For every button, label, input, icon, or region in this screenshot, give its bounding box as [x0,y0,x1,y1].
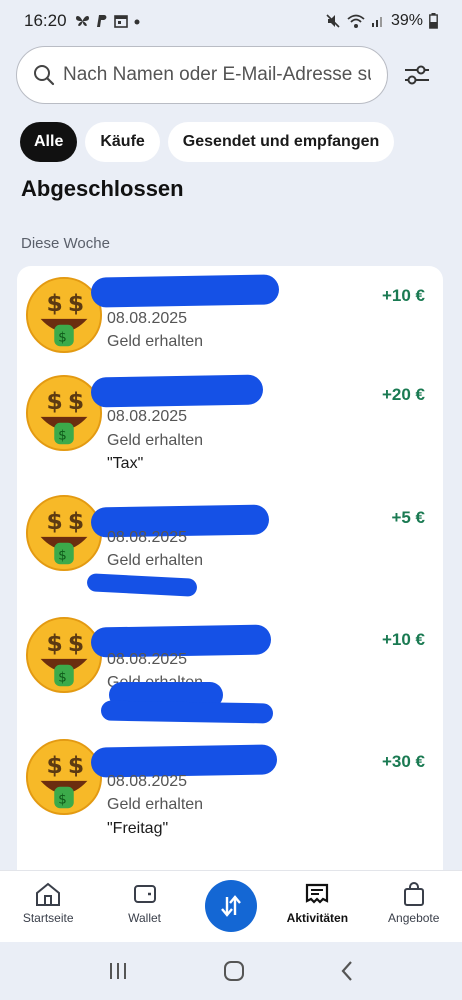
svg-text:$: $ [68,289,84,317]
svg-text:$: $ [68,751,84,779]
redacted-note [86,573,198,597]
svg-text:$: $ [68,507,84,535]
chip-kaeufe[interactable]: Käufe [85,122,160,162]
svg-text:$: $ [46,751,62,779]
svg-text:$: $ [68,629,84,657]
transaction-type: Geld erhalten [107,796,204,813]
nav-offers-label: Angebote [388,911,440,925]
redacted-name [90,374,264,408]
back-icon[interactable] [339,960,355,982]
money-mouth-face-icon: $ $ $ [25,616,103,694]
transaction-note: "Tax" [107,455,144,472]
nav-activity[interactable]: Aktivitäten [277,881,357,925]
wallet-icon [133,885,156,903]
svg-text:$: $ [58,791,67,807]
nav-wallet[interactable]: Wallet [105,881,185,925]
transaction-row[interactable]: $ $ $ 08.08.2025 Geld erhalten "Tax" +20… [17,366,443,486]
battery-text: 39% [390,12,423,29]
transaction-date: 08.08.2025 [107,529,188,546]
transaction-row[interactable]: $ $ $ 08.08.2025 Geld erhalten +5 € [17,486,443,608]
svg-text:$: $ [58,329,67,345]
transaction-row[interactable]: $ $ $ 08.08.2025 Geld erhalten "Freitag"… [17,730,443,852]
status-time: 16:20 [24,11,67,30]
svg-text:$: $ [46,387,62,415]
chip-alle[interactable]: Alle [20,122,78,162]
home-icon [36,882,61,906]
nav-home[interactable]: Startseite [8,881,88,925]
nav-home-label: Startseite [22,911,74,925]
transaction-type: Geld erhalten [107,552,204,569]
transaction-note: "Freitag" [107,820,169,837]
search-bar[interactable] [16,46,388,104]
battery-icon [429,13,438,29]
transaction-date: 08.08.2025 [107,408,188,425]
week-label: Diese Woche [21,235,110,252]
transaction-amount: +20 € [381,385,425,404]
section-title: Abgeschlossen [21,176,184,201]
svg-text:$: $ [58,547,67,563]
butterfly-icon [75,16,89,26]
nav-wallet-label: Wallet [128,911,162,925]
transaction-amount: +10 € [381,630,425,649]
transaction-amount: +10 € [381,286,425,305]
transaction-amount: +30 € [381,752,425,771]
mute-icon [326,14,340,28]
svg-text:$: $ [46,289,62,317]
transfer-arrows-icon [221,895,241,917]
transaction-date: 08.08.2025 [107,773,188,790]
svg-text:$: $ [68,387,84,415]
money-mouth-face-icon: $ $ $ [25,738,103,816]
transaction-type: Geld erhalten [107,333,204,350]
system-navigation [0,942,462,1000]
paypal-icon [96,15,106,27]
svg-text:$: $ [58,427,67,443]
send-request-button[interactable] [205,880,257,932]
svg-text:$: $ [46,629,62,657]
nav-activity-label: Aktivitäten [286,911,349,925]
redacted-note-2 [100,700,274,724]
sliders-icon [405,65,429,85]
filter-chips: Alle Käufe Gesendet und empfangen [20,122,395,162]
receipt-icon [306,883,329,904]
recent-apps-icon[interactable] [107,961,129,981]
calendar-icon [113,15,128,28]
transaction-row[interactable]: $ $ $ 08.08.2025 Geld erhalten +10 € [17,266,443,366]
svg-text:$: $ [58,669,67,685]
notification-icons [75,14,140,28]
transactions-card: $ $ $ 08.08.2025 Geld erhalten +10 € $ $… [17,266,443,906]
chip-gesendet-empfangen[interactable]: Gesendet und empfangen [167,122,395,162]
status-bar: 16:20 39% [0,0,462,42]
shopping-bag-icon [403,882,424,906]
filter-settings-button[interactable] [400,58,434,92]
redacted-name [90,274,280,308]
transaction-row[interactable]: $ $ $ 08.08.2025 Geld erhalten +10 € [17,608,443,730]
transaction-amount: +5 € [391,508,425,527]
search-icon [34,65,55,86]
money-mouth-face-icon: $ $ $ [25,494,103,572]
transaction-date: 08.08.2025 [107,310,188,327]
wifi-icon [347,14,365,28]
home-button-icon[interactable] [223,960,245,982]
transaction-type: Geld erhalten [107,432,204,449]
signal-icon [371,17,382,27]
search-input[interactable] [63,64,371,86]
nav-offers[interactable]: Angebote [374,881,454,925]
svg-text:$: $ [46,507,62,535]
dot-icon [134,19,140,25]
transaction-date: 08.08.2025 [107,651,188,668]
